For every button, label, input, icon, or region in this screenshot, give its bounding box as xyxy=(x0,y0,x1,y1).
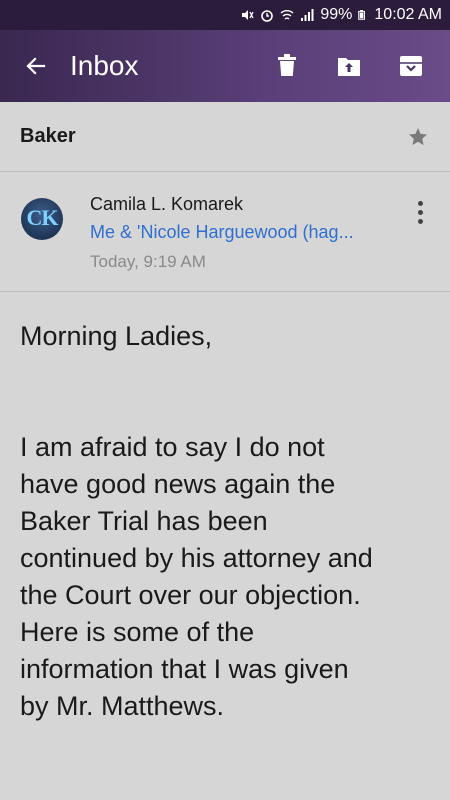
sender-name: Camila L. Komarek xyxy=(90,194,244,214)
more-options-dot xyxy=(417,209,423,215)
signal-icon xyxy=(301,9,314,21)
delete-icon xyxy=(278,54,296,76)
email-date: Today, 9:19 AM xyxy=(90,252,206,271)
archive-icon xyxy=(400,56,422,76)
more-options-button[interactable] xyxy=(408,194,432,230)
star-button[interactable] xyxy=(406,125,430,149)
archive-button[interactable] xyxy=(380,30,442,102)
move-to-folder-button[interactable] xyxy=(318,30,380,102)
status-bar: 99% 10:02 AM xyxy=(0,0,450,30)
mute-icon xyxy=(242,10,254,20)
arrow-back-icon xyxy=(26,57,46,75)
battery-icon xyxy=(358,10,366,20)
battery-percent: 99% xyxy=(320,6,353,23)
recipients-link[interactable]: Me & 'Nicole Harguewood (hag... xyxy=(90,222,354,243)
star-icon xyxy=(409,127,427,145)
wifi-icon xyxy=(280,10,294,20)
more-options-icon xyxy=(417,200,423,206)
app-bar-title: Inbox xyxy=(70,50,139,81)
sender-avatar[interactable]: CK xyxy=(21,198,63,240)
alarm-icon xyxy=(261,10,274,22)
back-button[interactable] xyxy=(8,30,64,102)
subject-row: Baker xyxy=(0,102,450,172)
sender-row: CK Camila L. Komarek Me & 'Nicole Hargue… xyxy=(0,172,450,292)
avatar-initials: CK xyxy=(26,205,59,230)
email-paragraph: I am afraid to say I do not have good ne… xyxy=(20,432,373,721)
delete-button[interactable] xyxy=(256,30,318,102)
move-to-folder-icon xyxy=(338,58,360,76)
email-subject: Baker xyxy=(20,125,76,147)
email-greeting: Morning Ladies, xyxy=(20,321,213,351)
app-bar: Inbox xyxy=(0,30,450,102)
email-body: Morning Ladies, I am afraid to say I do … xyxy=(20,318,430,725)
more-options-dot xyxy=(417,218,423,224)
clock: 10:02 AM xyxy=(374,6,442,23)
